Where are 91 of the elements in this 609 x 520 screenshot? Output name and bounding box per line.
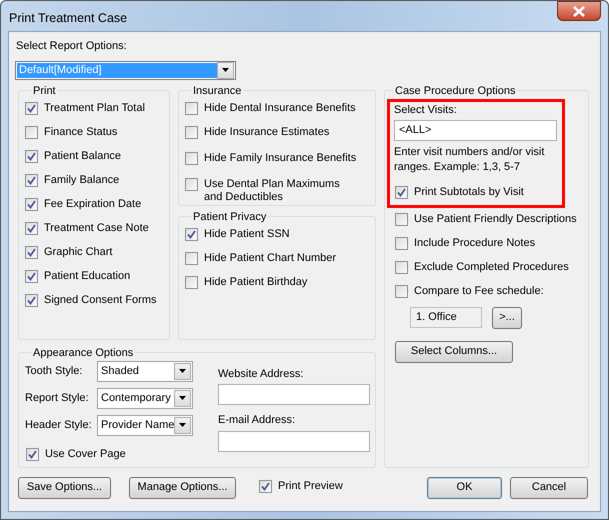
close-icon	[573, 6, 585, 16]
group-title: Case Procedure Options	[394, 84, 516, 98]
checkbox-label: Print Preview	[278, 478, 343, 492]
field-label: Tooth Style:	[25, 364, 84, 379]
checkbox[interactable]	[259, 480, 272, 492]
checkbox[interactable]	[185, 102, 198, 114]
checkbox[interactable]	[185, 126, 198, 138]
checkbox[interactable]	[395, 236, 408, 250]
field-label: Select Visits:	[394, 102, 458, 116]
checkbox-label: Hide Insurance Estimates	[204, 124, 330, 138]
checkbox[interactable]	[395, 212, 408, 226]
checkmark-icon	[27, 224, 36, 232]
caret-icon	[222, 68, 229, 72]
checkbox-label: Use Dental Plan Maximums and Deductibles	[204, 178, 341, 204]
checkbox[interactable]	[25, 126, 38, 138]
field-label: E-mail Address:	[218, 413, 296, 428]
checkbox-label: Graphic Chart	[44, 244, 112, 258]
field-label: Website Address:	[218, 366, 304, 382]
checkbox-label: Treatment Case Note	[44, 220, 149, 234]
checkbox[interactable]	[185, 228, 198, 240]
caret-icon	[179, 396, 186, 400]
checkbox-label: Compare to Fee schedule:	[414, 284, 544, 298]
checkbox-label: Treatment Plan Total	[44, 100, 145, 114]
window-title: Print Treatment Case	[9, 10, 128, 27]
fee-schedule-field[interactable]: 1. Office	[410, 307, 482, 328]
checkbox[interactable]	[395, 260, 408, 274]
hint-text: Enter visit numbers and/or visit ranges. Example: 1,3, 5-7	[394, 144, 546, 174]
caret-icon	[179, 423, 186, 427]
checkbox-label: Patient Education	[44, 268, 130, 282]
checkbox-label: Use Cover Page	[45, 446, 126, 460]
checkbox[interactable]	[25, 198, 38, 210]
checkbox-label: Family Balance	[44, 172, 120, 186]
checkbox[interactable]	[25, 150, 38, 162]
checkbox[interactable]	[25, 222, 38, 234]
checkbox-label: Hide Patient Birthday	[204, 274, 308, 288]
group-title: Appearance Options	[32, 346, 134, 360]
checkbox[interactable]	[25, 246, 38, 258]
checkbox[interactable]	[25, 102, 38, 114]
checkbox[interactable]	[185, 276, 198, 288]
checkmark-icon	[261, 482, 270, 490]
button[interactable]: Select Columns...	[395, 340, 513, 362]
checkbox[interactable]	[26, 448, 39, 460]
text-field[interactable]	[218, 430, 370, 452]
dropdown[interactable]: Shaded	[97, 360, 193, 382]
group-title: Patient Privacy	[192, 210, 268, 224]
checkmark-icon	[27, 248, 36, 256]
checkbox-label: Signed Consent Forms	[44, 292, 156, 306]
visits-field[interactable]: <ALL>	[394, 120, 557, 140]
checkbox-label: Hide Patient SSN	[204, 226, 290, 240]
checkbox-label: Exclude Completed Procedures	[414, 260, 569, 274]
checkbox-label: Finance Status	[44, 124, 118, 138]
checkbox[interactable]	[185, 252, 198, 264]
checkbox[interactable]	[25, 270, 38, 282]
dropdown[interactable]: Contemporary	[97, 388, 193, 408]
group-title: Insurance	[192, 84, 242, 98]
button[interactable]: Cancel	[510, 476, 588, 498]
checkmark-icon	[187, 230, 196, 238]
checkbox-label: Hide Patient Chart Number	[204, 250, 336, 264]
close-button[interactable]	[557, 1, 601, 21]
checkbox[interactable]	[185, 152, 198, 164]
checkmark-icon	[27, 104, 36, 112]
checkbox-label: Fee Expiration Date	[44, 196, 142, 210]
checkbox-label: Hide Dental Insurance Benefits	[204, 100, 356, 114]
checkbox[interactable]	[395, 284, 408, 298]
text-field[interactable]	[218, 384, 370, 405]
checkmark-icon	[27, 176, 36, 184]
button[interactable]: Manage Options...	[129, 476, 236, 498]
checkbox[interactable]	[25, 294, 38, 306]
checkmark-icon	[27, 152, 36, 160]
checkbox-label: Use Patient Friendly Descriptions	[414, 212, 577, 226]
field-label: Header Style:	[25, 418, 93, 433]
checkmark-icon	[27, 272, 36, 280]
checkbox-label: Hide Family Insurance Benefits	[204, 150, 356, 164]
checkbox-label: Print Subtotals by Visit	[414, 184, 524, 198]
checkmark-icon	[27, 200, 36, 208]
checkmark-icon	[28, 450, 37, 458]
field-label: Report Style:	[25, 390, 90, 406]
button[interactable]: Save Options...	[18, 476, 111, 498]
checkbox[interactable]	[25, 174, 38, 186]
checkbox-label: Patient Balance	[44, 148, 122, 162]
checkbox[interactable]	[185, 178, 198, 190]
checkbox-label: Include Procedure Notes	[414, 236, 536, 250]
checkbox[interactable]	[395, 186, 408, 198]
group-title: Print	[32, 84, 57, 98]
button[interactable]: OK	[427, 476, 502, 498]
checkmark-icon	[27, 296, 36, 304]
checkmark-icon	[397, 188, 406, 196]
caret-icon	[179, 369, 186, 373]
field-label: Select Report Options:	[16, 39, 128, 54]
dropdown[interactable]: Provider Name	[97, 414, 193, 436]
button[interactable]: >...	[492, 306, 522, 328]
